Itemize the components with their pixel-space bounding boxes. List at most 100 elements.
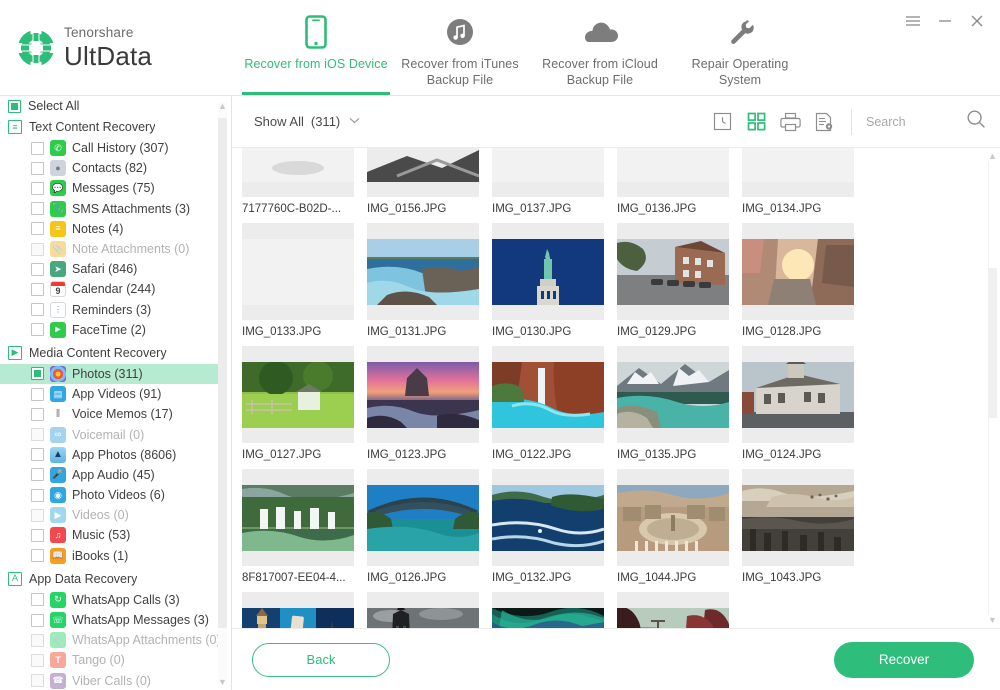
sidebar-item-app-videos[interactable]: ▤ App Videos (91) [0, 384, 219, 404]
item-checkbox[interactable] [31, 468, 44, 482]
sidebar-item-viber-calls[interactable]: ☎ Viber Calls (0) [0, 671, 219, 690]
grid-item[interactable]: IMG_0129.JPG [617, 223, 742, 346]
photo-thumbnail[interactable] [492, 592, 604, 628]
photo-thumbnail[interactable] [242, 346, 354, 443]
tab-recover-from-icloud-backup[interactable]: Recover from iCloud Backup File [530, 0, 670, 95]
item-checkbox[interactable] [31, 488, 44, 502]
item-checkbox[interactable] [31, 407, 44, 421]
grid-item[interactable]: IMG_0156.JPG [367, 148, 492, 223]
grid-item[interactable]: IMG_1043.JPG [742, 469, 867, 592]
item-checkbox[interactable] [31, 323, 44, 337]
grid-item[interactable]: IMG_0124.JPG [742, 346, 867, 469]
photo-thumbnail[interactable] [367, 592, 479, 628]
sidebar-group-media-content-recovery[interactable]: ▶ Media Content Recovery [0, 342, 219, 364]
item-checkbox[interactable] [31, 674, 44, 688]
grid-item[interactable]: IMG_0126.JPG [367, 469, 492, 592]
photo-thumbnail[interactable] [242, 592, 354, 628]
photo-thumbnail[interactable] [617, 148, 729, 197]
item-checkbox[interactable] [31, 593, 44, 607]
item-checkbox[interactable] [31, 508, 44, 522]
grid-scrollbar-thumb[interactable] [988, 268, 997, 418]
grid-item[interactable]: 7177760C-B02D-... [242, 148, 367, 223]
sidebar-item-photos[interactable]: Photos (311) [0, 363, 219, 385]
photo-thumbnail[interactable] [617, 223, 729, 320]
sidebar-item-ibooks[interactable]: 📖 iBooks (1) [0, 546, 219, 566]
sidebar-item-voice-memos[interactable]: ‖ Voice Memos (17) [0, 404, 219, 424]
photo-thumbnail[interactable] [742, 469, 854, 566]
photo-thumbnail[interactable] [242, 469, 354, 566]
grid-item[interactable]: IMG_0136.JPG [617, 148, 742, 223]
sidebar-item-tango[interactable]: T Tango (0) [0, 650, 219, 670]
tab-recover-from-ios-device[interactable]: Recover from iOS Device [242, 0, 390, 95]
sidebar-group-text-content-recovery[interactable]: ≡ Text Content Recovery [0, 116, 219, 138]
sidebar-item-note-attachments[interactable]: 📎 Note Attachments (0) [0, 239, 219, 259]
export-report-icon[interactable] [807, 105, 841, 139]
photo-thumbnail[interactable] [742, 223, 854, 320]
item-checkbox[interactable] [31, 549, 44, 563]
sidebar-item-facetime[interactable]: ► FaceTime (2) [0, 320, 219, 340]
sidebar-item-music[interactable]: ♫ Music (53) [0, 525, 219, 545]
item-checkbox[interactable] [31, 387, 44, 401]
search-icon[interactable] [966, 109, 986, 134]
sidebar-scrollbar-thumb[interactable] [218, 118, 227, 628]
timeline-view-icon[interactable] [705, 105, 739, 139]
photo-thumbnail[interactable] [617, 346, 729, 443]
photo-thumbnail[interactable] [367, 469, 479, 566]
photo-thumbnail[interactable] [617, 592, 729, 628]
photo-thumbnail[interactable] [492, 346, 604, 443]
item-checkbox[interactable] [31, 161, 44, 175]
sidebar-item-reminders[interactable]: ⋮ Reminders (3) [0, 300, 219, 320]
photo-thumbnail[interactable] [367, 223, 479, 320]
sidebar-item-whatsapp-attachments[interactable]: 📎 WhatsApp Attachments (0) [0, 630, 219, 650]
grid-item[interactable]: IMG_1041.JPG [367, 592, 492, 628]
photo-thumbnail[interactable] [742, 346, 854, 443]
photo-thumbnail[interactable] [367, 148, 479, 197]
item-checkbox[interactable] [31, 222, 44, 236]
sidebar-item-app-photos[interactable]: ▲ App Photos (8606) [0, 445, 219, 465]
item-checkbox[interactable] [31, 428, 44, 442]
menu-icon[interactable] [904, 12, 922, 30]
sidebar-item-contacts[interactable]: ● Contacts (82) [0, 158, 219, 178]
grid-scroll-down-icon[interactable]: ▼ [988, 614, 997, 626]
item-checkbox[interactable] [31, 528, 44, 542]
grid-item[interactable]: IMG_0132.JPG [492, 469, 617, 592]
photo-thumbnail[interactable] [492, 223, 604, 320]
sidebar-item-call-history[interactable]: ✆ Call History (307) [0, 138, 219, 158]
sidebar-item-safari[interactable]: ➤ Safari (846) [0, 259, 219, 279]
item-checkbox[interactable] [31, 242, 44, 256]
sidebar-item-notes[interactable]: ≡ Notes (4) [0, 219, 219, 239]
item-checkbox[interactable] [31, 653, 44, 667]
sidebar-group-app-data-recovery[interactable]: A App Data Recovery [0, 568, 219, 590]
back-button[interactable]: Back [252, 642, 390, 677]
item-checkbox[interactable] [31, 613, 44, 627]
sidebar-item-videos[interactable]: ▶ Videos (0) [0, 505, 219, 525]
item-checkbox[interactable] [31, 303, 44, 317]
minimize-icon[interactable] [936, 12, 954, 30]
item-checkbox[interactable] [31, 282, 44, 296]
sidebar-item-messages[interactable]: 💬 Messages (75) [0, 178, 219, 198]
sidebar-scroll-up-icon[interactable]: ▲ [218, 100, 227, 112]
photo-thumbnail[interactable] [367, 346, 479, 443]
print-icon[interactable] [773, 105, 807, 139]
sidebar-item-app-audio[interactable]: 🎤 App Audio (45) [0, 465, 219, 485]
grid-item[interactable]: IMG_0128.JPG [742, 223, 867, 346]
sidebar-item-whatsapp-messages[interactable]: ☏ WhatsApp Messages (3) [0, 610, 219, 630]
grid-item[interactable]: IMG_0137.JPG [492, 148, 617, 223]
sidebar-scroll-down-icon[interactable]: ▼ [218, 676, 227, 688]
sidebar-select-all[interactable]: Select All [0, 96, 219, 116]
show-all-dropdown[interactable]: Show All (311) [254, 114, 360, 129]
item-checkbox[interactable] [31, 448, 44, 462]
grid-view-icon[interactable] [739, 105, 773, 139]
grid-item[interactable]: IMG_1044.JPG [617, 469, 742, 592]
grid-item[interactable]: IMG_0133.JPG [242, 223, 367, 346]
item-checkbox[interactable] [31, 367, 44, 381]
grid-item[interactable]: IMG_1039.JPG [617, 592, 742, 628]
sidebar-item-photo-videos[interactable]: ◉ Photo Videos (6) [0, 485, 219, 505]
search-input[interactable] [866, 114, 950, 129]
photo-thumbnail[interactable] [242, 148, 354, 197]
grid-item[interactable]: IMG_0134.JPG [742, 148, 867, 223]
grid-item[interactable]: IMG_0130.JPG [492, 223, 617, 346]
grid-item[interactable]: IMG_0131.JPG [367, 223, 492, 346]
photo-thumbnail[interactable] [742, 148, 854, 197]
grid-item[interactable]: IMG_0127.JPG [242, 346, 367, 469]
